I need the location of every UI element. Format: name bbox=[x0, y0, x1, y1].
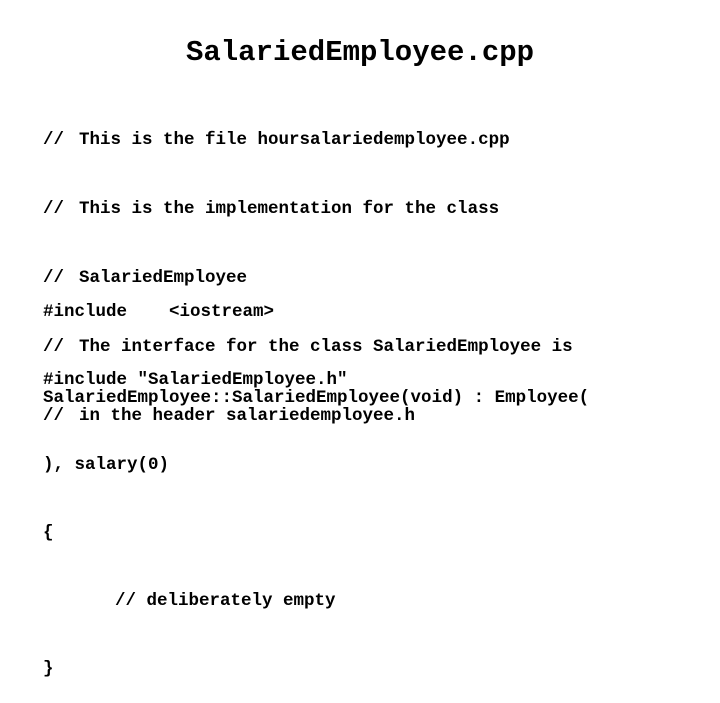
close-brace: } bbox=[43, 659, 54, 679]
comment-text: This is the implementation for the class bbox=[79, 199, 500, 219]
constructor-block: SalariedEmployee::SalariedEmployee(void)… bbox=[43, 345, 589, 703]
comment-text: This is the file hoursalariedemployee.cp… bbox=[79, 130, 510, 150]
body-comment: // deliberately empty bbox=[115, 591, 336, 611]
body-comment-line: // deliberately empty bbox=[43, 587, 589, 615]
comment-line: // This is the implementation for the cla… bbox=[43, 195, 573, 224]
initializer-list: ), salary(0) bbox=[43, 455, 170, 475]
include-iostream: #include <iostream> bbox=[43, 302, 275, 322]
comment-line: // This is the file hoursalariedemployee.… bbox=[43, 126, 573, 155]
comment-marker: // bbox=[43, 130, 65, 150]
open-brace: { bbox=[43, 523, 54, 543]
constructor-signature: SalariedEmployee::SalariedEmployee(void)… bbox=[43, 388, 590, 408]
slide-title: SalariedEmployee.cpp bbox=[185, 36, 535, 69]
comment-marker: // bbox=[43, 199, 65, 219]
